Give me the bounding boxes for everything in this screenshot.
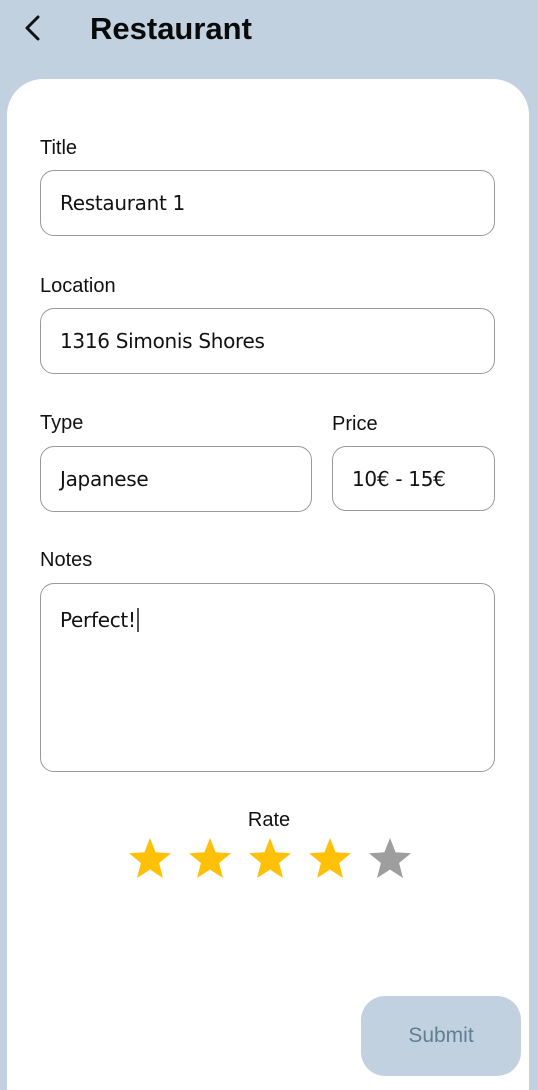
- star-icon: [129, 838, 171, 878]
- text-cursor: [136, 608, 139, 632]
- star-4[interactable]: [307, 836, 353, 882]
- star-icon: [369, 838, 411, 878]
- star-2[interactable]: [187, 836, 233, 882]
- chevron-left-icon: [25, 15, 40, 41]
- price-label: Price: [332, 413, 378, 435]
- location-input[interactable]: 1316 Simonis Shores: [40, 308, 495, 374]
- app-header: Restaurant: [0, 0, 538, 78]
- star-icon: [249, 838, 291, 878]
- location-label: Location: [40, 275, 116, 297]
- rate-label: Rate: [247, 809, 291, 831]
- title-input[interactable]: Restaurant 1: [40, 170, 495, 236]
- star-rating: [127, 836, 417, 884]
- title-label: Title: [40, 137, 78, 159]
- type-input[interactable]: Japanese: [40, 446, 312, 512]
- star-3[interactable]: [247, 836, 293, 882]
- notes-label: Notes: [40, 549, 93, 571]
- back-button[interactable]: [14, 10, 50, 46]
- price-input[interactable]: 10€ - 15€: [332, 446, 495, 511]
- star-1[interactable]: [127, 836, 173, 882]
- title-value: Restaurant 1: [60, 191, 185, 215]
- price-value: 10€ - 15€: [352, 466, 446, 491]
- submit-button[interactable]: Submit: [361, 996, 521, 1076]
- star-5[interactable]: [367, 836, 413, 882]
- notes-value: Perfect!: [60, 608, 136, 632]
- type-value: Japanese: [60, 467, 149, 491]
- notes-textarea[interactable]: Perfect!: [40, 583, 495, 772]
- page-title: Restaurant: [90, 11, 252, 46]
- location-value: 1316 Simonis Shores: [60, 329, 265, 353]
- type-label: Type: [40, 412, 84, 434]
- star-icon: [309, 838, 351, 878]
- star-icon: [189, 838, 231, 878]
